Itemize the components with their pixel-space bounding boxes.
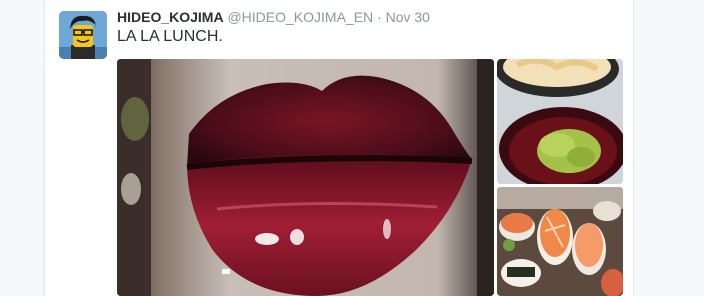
media-grid (117, 59, 623, 296)
user-avatar[interactable] (59, 11, 107, 59)
photo-ginger-wasabi[interactable] (497, 59, 623, 184)
tweet-header: HIDEO_KOJIMA @HIDEO_KOJIMA_EN · Nov 30 (117, 9, 430, 25)
author-name[interactable]: HIDEO_KOJIMA (117, 9, 224, 25)
author-handle[interactable]: @HIDEO_KOJIMA_EN (227, 9, 373, 25)
tweet-card[interactable]: HIDEO_KOJIMA @HIDEO_KOJIMA_EN · Nov 30 L… (44, 0, 634, 296)
ginger-wasabi-photo-icon (497, 59, 623, 184)
lips-photo-icon (117, 59, 494, 296)
tweet-text: LA LA LUNCH. (117, 28, 223, 45)
tweet-timestamp[interactable]: Nov 30 (386, 9, 430, 25)
sushi-photo-icon (497, 187, 623, 296)
photo-lips[interactable] (117, 59, 494, 296)
separator: · (377, 9, 382, 25)
lego-avatar-icon (59, 11, 107, 59)
photo-sushi[interactable] (497, 187, 623, 296)
